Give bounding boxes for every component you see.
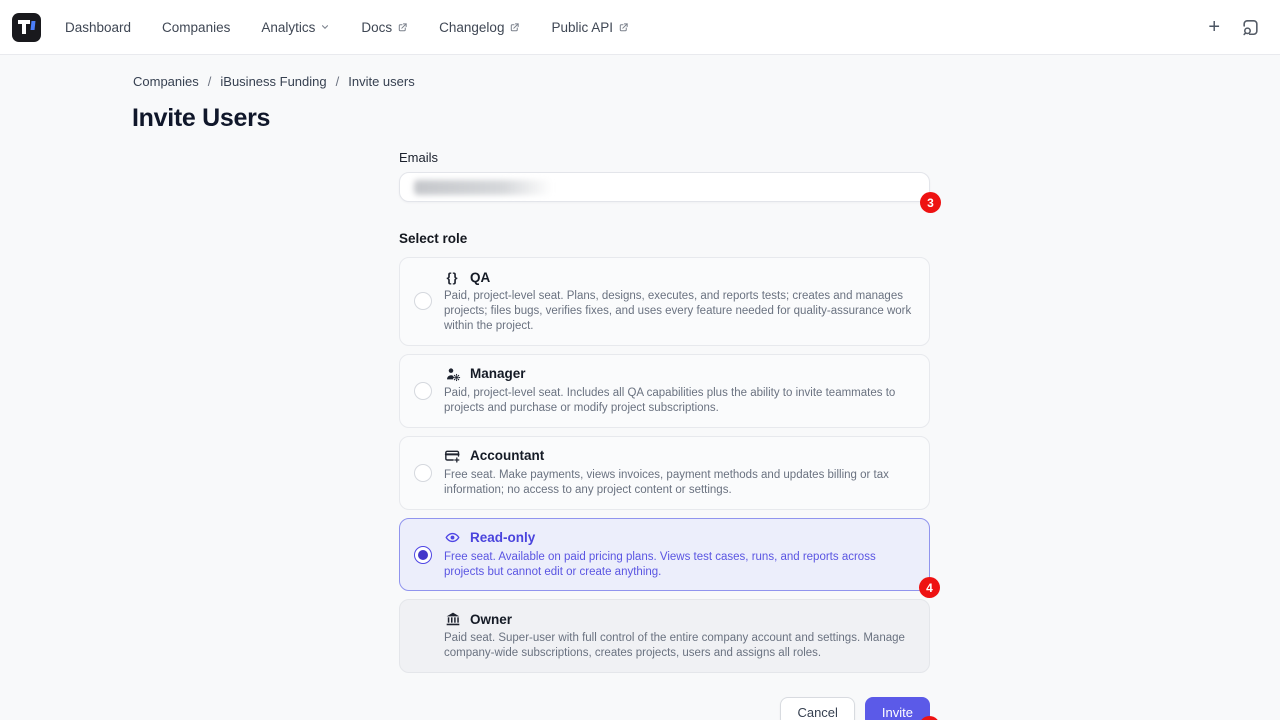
radio-accountant[interactable]	[414, 464, 432, 482]
breadcrumb-company-name[interactable]: iBusiness Funding	[220, 74, 326, 89]
main-nav: Dashboard Companies Analytics Docs Chang…	[65, 20, 629, 35]
role-name: Accountant	[470, 448, 544, 463]
top-nav: Dashboard Companies Analytics Docs Chang…	[0, 0, 1280, 55]
role-name: Owner	[470, 612, 512, 627]
email-value-redacted	[414, 180, 552, 195]
page-title: Invite Users	[132, 104, 270, 133]
role-description: Free seat. Make payments, views invoices…	[444, 468, 914, 498]
breadcrumb: Companies / iBusiness Funding / Invite u…	[133, 74, 415, 89]
emails-label: Emails	[399, 150, 930, 165]
header-actions: +	[1208, 17, 1260, 37]
role-option-read-only[interactable]: Read-only Free seat. Available on paid p…	[399, 518, 930, 592]
role-option-qa[interactable]: {} QA Paid, project-level seat. Plans, d…	[399, 257, 930, 346]
role-content: {} QA Paid, project-level seat. Plans, d…	[444, 269, 914, 334]
nav-label: Analytics	[261, 20, 315, 35]
nav-label: Docs	[361, 20, 392, 35]
nav-item-docs[interactable]: Docs	[361, 20, 408, 35]
invite-form: Emails 3 Select role {} QA Paid, project…	[399, 150, 930, 720]
role-option-manager[interactable]: Manager Paid, project-level seat. Includ…	[399, 354, 930, 428]
nav-item-dashboard[interactable]: Dashboard	[65, 20, 131, 35]
add-icon[interactable]: +	[1208, 17, 1220, 37]
credit-card-plus-icon	[444, 448, 461, 464]
role-option-accountant[interactable]: Accountant Free seat. Make payments, vie…	[399, 436, 930, 510]
role-content: Read-only Free seat. Available on paid p…	[444, 530, 914, 580]
role-name: Read-only	[470, 530, 535, 545]
invite-button[interactable]: Invite 5	[865, 697, 930, 720]
search-document-icon[interactable]	[1241, 18, 1260, 37]
nav-label: Changelog	[439, 20, 504, 35]
nav-item-changelog[interactable]: Changelog	[439, 20, 520, 35]
eye-icon	[444, 530, 461, 546]
role-content: Accountant Free seat. Make payments, vie…	[444, 448, 914, 498]
breadcrumb-separator: /	[336, 74, 340, 89]
annotation-badge: 3	[920, 192, 941, 213]
user-gear-icon	[444, 366, 461, 382]
role-option-owner[interactable]: Owner Paid seat. Super-user with full co…	[399, 599, 930, 673]
cancel-button[interactable]: Cancel	[780, 697, 854, 720]
select-role-label: Select role	[399, 231, 930, 246]
role-name: QA	[470, 270, 490, 285]
role-content: Manager Paid, project-level seat. Includ…	[444, 366, 914, 416]
code-braces-icon: {}	[444, 269, 461, 285]
role-description: Paid seat. Super-user with full control …	[444, 631, 914, 661]
annotation-badge: 4	[919, 577, 940, 598]
nav-item-public-api[interactable]: Public API	[551, 20, 629, 35]
radio-qa[interactable]	[414, 292, 432, 310]
role-description: Paid, project-level seat. Plans, designs…	[444, 289, 914, 334]
bank-icon	[444, 611, 461, 627]
nav-label: Dashboard	[65, 20, 131, 35]
invite-button-label: Invite	[882, 705, 913, 720]
role-content: Owner Paid seat. Super-user with full co…	[444, 611, 914, 661]
nav-item-analytics[interactable]: Analytics	[261, 20, 330, 35]
nav-item-companies[interactable]: Companies	[162, 20, 230, 35]
breadcrumb-current: Invite users	[348, 74, 414, 89]
external-link-icon	[509, 22, 520, 33]
role-description: Paid, project-level seat. Includes all Q…	[444, 386, 914, 416]
role-description: Free seat. Available on paid pricing pla…	[444, 550, 914, 580]
app-logo[interactable]	[12, 13, 41, 42]
radio-manager[interactable]	[414, 382, 432, 400]
breadcrumb-separator: /	[208, 74, 212, 89]
external-link-icon	[397, 22, 408, 33]
radio-read-only-selected[interactable]	[414, 546, 432, 564]
role-name: Manager	[470, 366, 526, 381]
external-link-icon	[618, 22, 629, 33]
chevron-down-icon	[320, 22, 330, 32]
nav-label: Public API	[551, 20, 613, 35]
form-actions: Cancel Invite 5	[399, 697, 930, 720]
emails-input[interactable]: 3	[399, 172, 930, 202]
logo-shape	[31, 21, 36, 30]
logo-shape	[22, 20, 26, 34]
breadcrumb-companies[interactable]: Companies	[133, 74, 199, 89]
nav-label: Companies	[162, 20, 230, 35]
annotation-badge: 5	[919, 716, 940, 720]
